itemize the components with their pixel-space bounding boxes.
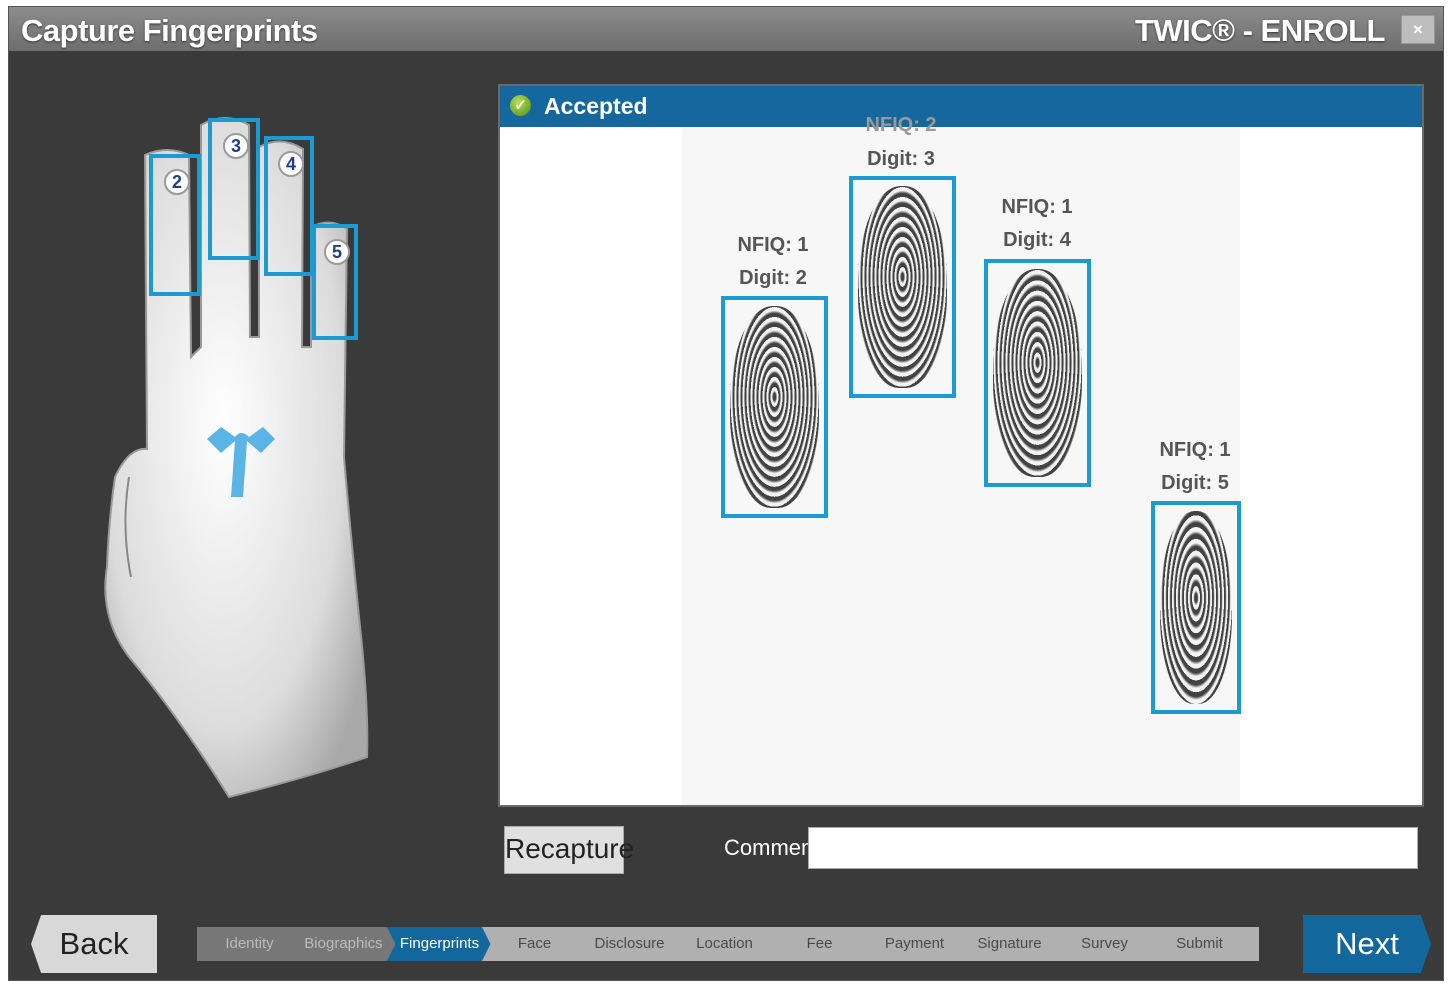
nfiq-label: NFIQ: 1 <box>1159 439 1231 461</box>
title-bar: Capture Fingerprints TWIC® - ENROLL × <box>9 7 1443 51</box>
step-payment[interactable]: Payment <box>862 927 967 961</box>
status-label: Accepted <box>544 93 648 119</box>
step-face[interactable]: Face <box>482 927 587 961</box>
step-fingerprints[interactable]: Fingerprints <box>387 927 492 961</box>
nfiq-label: NFIQ: 2 <box>865 114 937 136</box>
fingerprint-digit-5[interactable] <box>1151 501 1241 714</box>
finger-box-5[interactable]: 5 <box>312 224 358 340</box>
fingerprint-image <box>858 186 947 388</box>
hand-diagram: 2 3 4 5 <box>49 97 449 817</box>
step-survey[interactable]: Survey <box>1052 927 1157 961</box>
status-header: ✓ Accepted <box>500 86 1422 127</box>
finger-number: 2 <box>164 169 190 195</box>
step-submit[interactable]: Submit <box>1147 927 1252 961</box>
page-title: Capture Fingerprints <box>21 13 318 48</box>
progress-steps: Identity Biographics Fingerprints Face D… <box>197 927 1259 961</box>
step-location[interactable]: Location <box>672 927 777 961</box>
digit-label: Digit: 3 <box>867 148 935 170</box>
back-button[interactable]: Back <box>31 915 157 973</box>
step-signature[interactable]: Signature <box>957 927 1062 961</box>
step-biographics[interactable]: Biographics <box>291 927 396 961</box>
fingerprint-image <box>1160 511 1232 704</box>
finger-number: 3 <box>223 133 249 159</box>
fingerprint-digit-4[interactable] <box>984 259 1091 487</box>
comment-field[interactable] <box>808 827 1418 869</box>
recapture-button[interactable]: Recapture <box>504 826 634 874</box>
nfiq-label: NFIQ: 1 <box>1001 196 1073 218</box>
fingerprint-digit-3[interactable] <box>849 176 956 398</box>
finger-box-4[interactable]: 4 <box>264 136 314 276</box>
fingerprint-image <box>730 306 819 508</box>
fingerprint-digit-2[interactable] <box>721 296 828 518</box>
finger-box-3[interactable]: 3 <box>208 118 260 260</box>
step-fee[interactable]: Fee <box>767 927 872 961</box>
digit-label: Digit: 4 <box>1003 229 1071 251</box>
digit-label: Digit: 2 <box>739 267 807 289</box>
fingerprint-image <box>993 269 1082 477</box>
close-icon: × <box>1413 20 1423 39</box>
app-window: Capture Fingerprints TWIC® - ENROLL × 2 … <box>8 6 1444 981</box>
finger-number: 5 <box>324 239 350 265</box>
finger-number: 4 <box>278 151 304 177</box>
next-button[interactable]: Next <box>1303 915 1431 973</box>
digit-label: Digit: 5 <box>1161 472 1229 494</box>
finger-box-2[interactable]: 2 <box>149 154 201 296</box>
capture-panel: ✓ Accepted NFIQ: 1 Digit: 2 NFIQ: 2 Digi… <box>498 84 1424 807</box>
app-name: TWIC® - ENROLL <box>1134 13 1386 48</box>
nfiq-label: NFIQ: 1 <box>737 234 809 256</box>
close-button[interactable]: × <box>1401 15 1435 44</box>
step-identity[interactable]: Identity <box>197 927 302 961</box>
step-disclosure[interactable]: Disclosure <box>577 927 682 961</box>
check-icon: ✓ <box>510 95 531 116</box>
